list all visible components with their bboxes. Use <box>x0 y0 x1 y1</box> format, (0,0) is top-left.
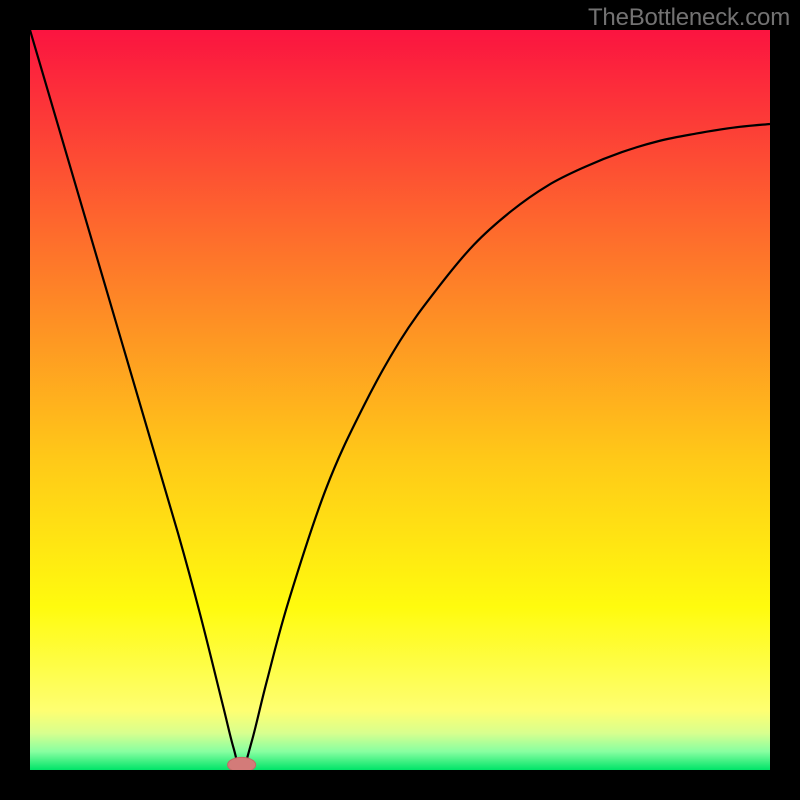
chart-root: TheBottleneck.com <box>0 0 800 800</box>
plot-area <box>30 30 770 770</box>
bottleneck-curve <box>30 30 770 770</box>
curve-path <box>30 30 770 770</box>
notch-marker <box>228 757 256 770</box>
watermark-text: TheBottleneck.com <box>588 4 790 32</box>
